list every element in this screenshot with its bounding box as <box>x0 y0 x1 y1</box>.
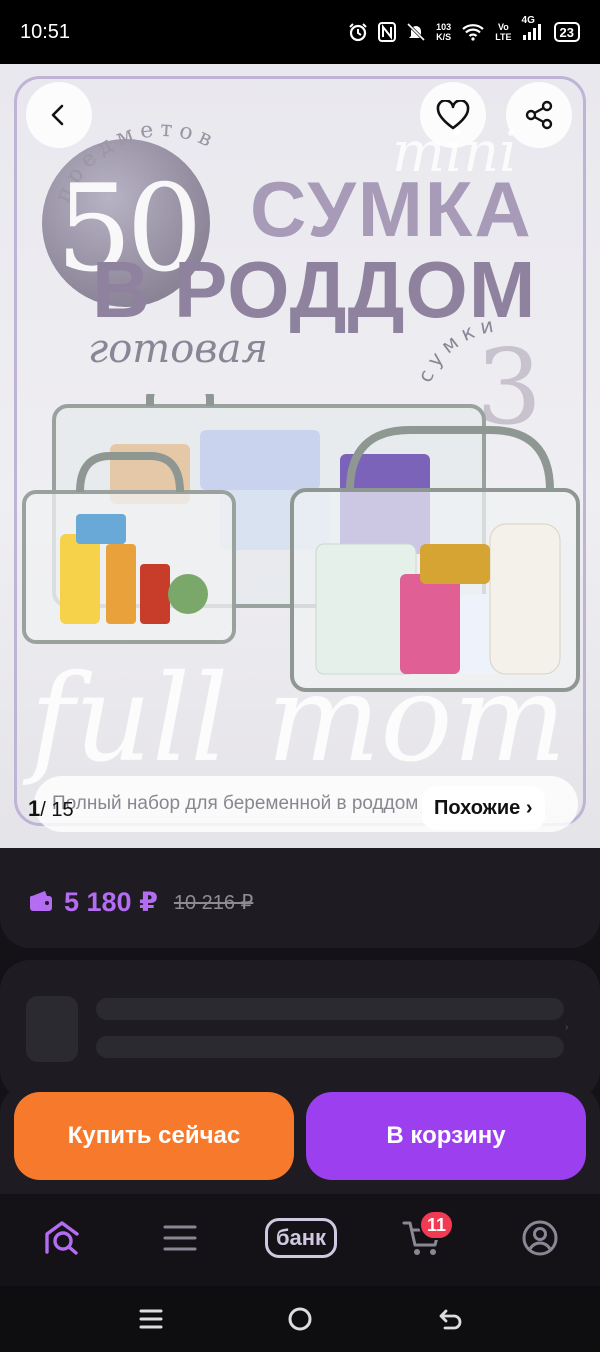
banner-subtitle: готовая <box>88 326 268 372</box>
speed-unit: K/S <box>436 32 452 42</box>
wifi-icon <box>461 23 485 41</box>
menu-icon <box>163 1225 197 1251</box>
nfc-icon <box>378 22 397 42</box>
volte-top: Vo <box>497 22 509 32</box>
status-time: 10:51 <box>20 20 71 43</box>
network-speed: 103 K/S <box>436 22 451 42</box>
nav-home[interactable] <box>38 1214 86 1262</box>
recents-button[interactable] <box>136 1304 166 1334</box>
favorite-button[interactable] <box>420 82 486 148</box>
share-icon <box>525 100 553 130</box>
profile-icon <box>522 1220 558 1256</box>
add-to-cart-button[interactable]: В корзину <box>306 1092 586 1180</box>
placeholder-line <box>96 998 564 1020</box>
nav-profile[interactable] <box>516 1214 564 1262</box>
placeholder-thumbnail <box>26 996 78 1062</box>
chevron-left-icon <box>51 104 64 126</box>
back-arrow-icon <box>439 1309 462 1330</box>
bank-label: банк <box>264 1218 338 1258</box>
ghost-brand-full: full mom <box>30 650 567 789</box>
photo-counter-current: 1 <box>28 796 41 821</box>
volte-bottom: LTE <box>495 32 512 42</box>
speed-value: 103 <box>436 22 452 32</box>
chevron-right-icon: › <box>565 1022 569 1033</box>
status-bar: 10:51 103 K/S Vo LTE 4G 23 <box>0 0 600 64</box>
system-navigation-bar <box>0 1286 600 1352</box>
banner-title-line1: СУМКА <box>250 165 533 253</box>
price-card[interactable]: 5 180 ₽ 10 216 ₽ <box>0 860 600 944</box>
product-bags-image <box>22 394 580 692</box>
status-icons: 103 K/S Vo LTE 4G 23 <box>348 15 580 42</box>
bottom-navigation: банк <box>0 1194 600 1286</box>
system-home-button[interactable] <box>285 1304 315 1334</box>
image-caption: Полный набор для беременной в роддом <box>52 793 419 814</box>
wallet-icon <box>28 889 54 915</box>
nav-bank[interactable]: банк <box>258 1214 344 1262</box>
product-image-gallery[interactable]: mini предметов 50 СУМКА В РОДДОМ готовая… <box>0 64 600 860</box>
volte-indicator: Vo LTE <box>495 22 511 42</box>
price-current: 5 180 ₽ <box>64 886 158 917</box>
share-button[interactable] <box>506 82 572 148</box>
back-button[interactable] <box>26 82 92 148</box>
photo-counter: 1/ 15 <box>28 796 74 822</box>
price-old: 10 216 ₽ <box>173 891 254 914</box>
nav-catalog[interactable] <box>156 1214 204 1262</box>
alarm-icon <box>348 22 368 42</box>
buy-now-button[interactable]: Купить сейчас <box>14 1092 294 1180</box>
circle-home-icon <box>288 1307 312 1331</box>
mute-bell-icon <box>406 22 426 42</box>
placeholder-line <box>96 1036 564 1058</box>
cart-count-badge: 11 <box>419 1210 455 1240</box>
heart-icon <box>436 100 470 130</box>
loading-placeholder-card: › <box>0 960 600 1100</box>
signal-icon: 4G <box>522 15 544 41</box>
recents-icon <box>139 1309 163 1329</box>
home-search-icon <box>45 1221 79 1255</box>
battery-indicator: 23 <box>553 22 580 42</box>
product-screen: 10:51 103 K/S Vo LTE 4G 23 mini предмето… <box>0 0 600 1352</box>
similar-products-link[interactable]: Похожие › <box>422 786 545 830</box>
photo-counter-total: / 15 <box>40 799 74 821</box>
network-type: 4G <box>521 15 535 26</box>
system-back-button[interactable] <box>436 1304 466 1334</box>
